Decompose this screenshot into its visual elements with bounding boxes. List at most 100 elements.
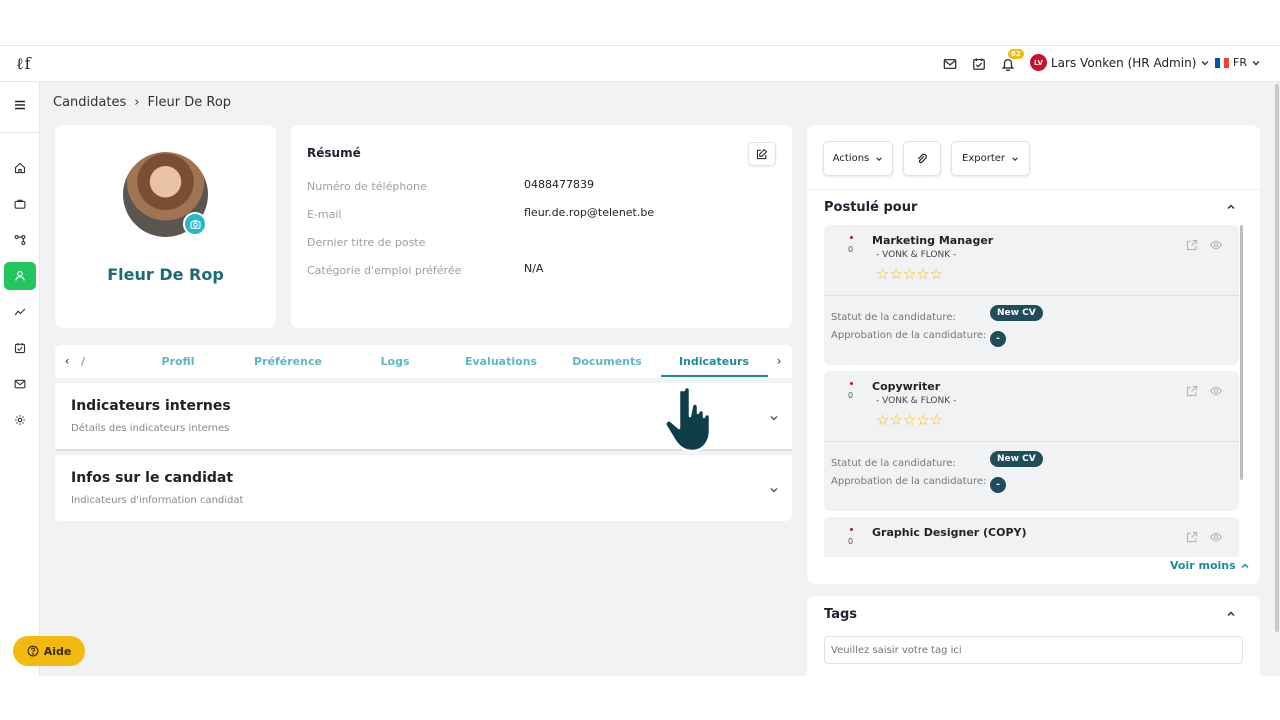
edit-icon <box>756 148 768 160</box>
application-count: 0 <box>848 391 854 400</box>
status-badge[interactable]: New CV <box>990 305 1043 321</box>
applied-for-title: Postulé pour <box>824 200 918 215</box>
home-icon[interactable] <box>4 154 36 182</box>
tab-indicateurs[interactable]: Indicateurs <box>674 355 754 368</box>
field-label-phone: Numéro de téléphone <box>307 180 427 193</box>
list-scrollbar[interactable] <box>1240 225 1243 480</box>
tags-title: Tags <box>824 607 858 622</box>
approval-label: Approbation de la candidature: <box>831 330 987 341</box>
tab-profil[interactable]: Profil <box>148 355 208 368</box>
tab-evaluations[interactable]: Evaluations <box>461 355 541 368</box>
settings-icon[interactable] <box>4 406 36 434</box>
language-code: FR <box>1233 56 1247 69</box>
field-label-job-category: Catégorie d'emploi préférée <box>307 264 462 277</box>
rating-stars[interactable]: ☆☆☆☆☆ <box>876 411 943 429</box>
user-menu[interactable]: LV Lars Vonken (HR Admin) <box>1030 54 1210 71</box>
status-dot <box>850 528 853 531</box>
help-label: Aide <box>43 644 72 658</box>
edit-resume-button[interactable] <box>748 142 776 166</box>
candidates-icon[interactable] <box>4 262 36 290</box>
export-label: Exporter <box>962 153 1005 164</box>
job-title[interactable]: Copywriter <box>872 380 940 393</box>
bell-icon[interactable] <box>1001 57 1015 72</box>
item-actions <box>1186 239 1222 251</box>
tag-input[interactable] <box>824 636 1243 664</box>
tab-preference[interactable]: Préférence <box>248 355 328 368</box>
hand-pointer-icon <box>664 385 712 453</box>
camera-icon[interactable] <box>183 212 207 236</box>
see-less-button[interactable]: Voir moins <box>1170 559 1250 572</box>
accordion-title: Infos sur le candidat <box>71 470 234 486</box>
tab-partial[interactable]: / <box>77 355 89 368</box>
briefcase-icon[interactable] <box>4 190 36 218</box>
tabs-next-button[interactable]: › <box>771 353 787 369</box>
mail-icon[interactable] <box>943 57 957 71</box>
status-label: Statut de la candidature: <box>831 312 956 323</box>
tabs-prev-button[interactable]: ‹ <box>59 353 75 369</box>
tab-documents[interactable]: Documents <box>567 355 647 368</box>
job-title[interactable]: Graphic Designer (COPY) <box>872 526 1027 539</box>
chevron-down-icon[interactable] <box>768 484 780 496</box>
chevron-down-icon <box>1201 60 1209 65</box>
attach-button[interactable] <box>903 141 941 176</box>
chevron-down-icon <box>1012 156 1018 161</box>
top-header: ℓf 82 LV Lars Vonken (HR Admin) FR <box>0 46 1280 82</box>
tags-card: Tags <box>807 596 1260 686</box>
eye-icon[interactable] <box>1210 239 1222 251</box>
resume-card: Résumé Numéro de téléphone 0488477839 E-… <box>291 125 792 328</box>
app-logo[interactable]: ℓf <box>16 54 32 74</box>
application-count: 0 <box>848 245 854 254</box>
actions-label: Actions <box>832 153 870 164</box>
analytics-icon[interactable] <box>4 298 36 326</box>
field-label-last-title: Dernier titre de poste <box>307 236 426 249</box>
chevron-up-icon[interactable] <box>1225 608 1237 620</box>
item-divider <box>824 295 1239 296</box>
menu-icon[interactable] <box>8 96 32 114</box>
tasks-icon[interactable] <box>4 334 36 362</box>
mail-icon[interactable] <box>4 370 36 398</box>
field-value-job-category: N/A <box>524 262 544 275</box>
status-dot <box>850 382 853 385</box>
see-less-label: Voir moins <box>1170 559 1236 572</box>
chevron-down-icon[interactable] <box>768 412 780 424</box>
eye-icon[interactable] <box>1210 531 1222 543</box>
accordion-candidate-info[interactable]: Infos sur le candidat Indicateurs d'info… <box>55 455 792 521</box>
eye-icon[interactable] <box>1210 385 1222 397</box>
language-selector[interactable]: FR <box>1215 56 1261 69</box>
help-button[interactable]: Aide <box>13 636 85 666</box>
question-icon <box>27 645 39 657</box>
item-actions <box>1186 385 1222 397</box>
user-avatar: LV <box>1030 54 1047 71</box>
application-item: 0 Copywriter - VONK & FLONK - ☆☆☆☆☆ Stat… <box>824 371 1239 511</box>
workflow-icon[interactable] <box>4 226 36 254</box>
tab-logs[interactable]: Logs <box>365 355 425 368</box>
status-badge[interactable]: New CV <box>990 451 1043 467</box>
status-dot <box>850 236 853 239</box>
job-title[interactable]: Marketing Manager <box>872 234 993 247</box>
approval-badge[interactable]: - <box>990 331 1006 347</box>
rating-stars[interactable]: ☆☆☆☆☆ <box>876 265 943 283</box>
page-scrollbar[interactable] <box>1275 84 1279 632</box>
accordion-title: Indicateurs internes <box>71 398 231 414</box>
notification-badge: 82 <box>1008 49 1024 59</box>
external-link-icon[interactable] <box>1186 531 1198 543</box>
external-link-icon[interactable] <box>1186 385 1198 397</box>
sidebar <box>0 82 40 676</box>
active-tab-indicator <box>661 375 768 377</box>
status-label: Statut de la candidature: <box>831 458 956 469</box>
external-link-icon[interactable] <box>1186 239 1198 251</box>
chevron-up-icon[interactable] <box>1225 201 1237 213</box>
section-divider <box>807 189 1260 190</box>
export-button[interactable]: Exporter <box>951 141 1030 176</box>
bottom-blank-area <box>0 676 1280 720</box>
task-check-icon[interactable] <box>972 57 986 71</box>
france-flag-icon <box>1215 57 1230 68</box>
company-name: - VONK & FLONK - <box>876 396 957 406</box>
actions-button[interactable]: Actions <box>823 141 893 176</box>
breadcrumb-candidates[interactable]: Candidates <box>53 95 126 110</box>
paperclip-icon <box>917 153 927 163</box>
application-item: 0 Marketing Manager - VONK & FLONK - ☆☆☆… <box>824 225 1239 365</box>
field-label-email: E-mail <box>307 208 342 221</box>
application-item: 0 Graphic Designer (COPY) <box>824 517 1239 557</box>
approval-badge[interactable]: - <box>990 477 1006 493</box>
